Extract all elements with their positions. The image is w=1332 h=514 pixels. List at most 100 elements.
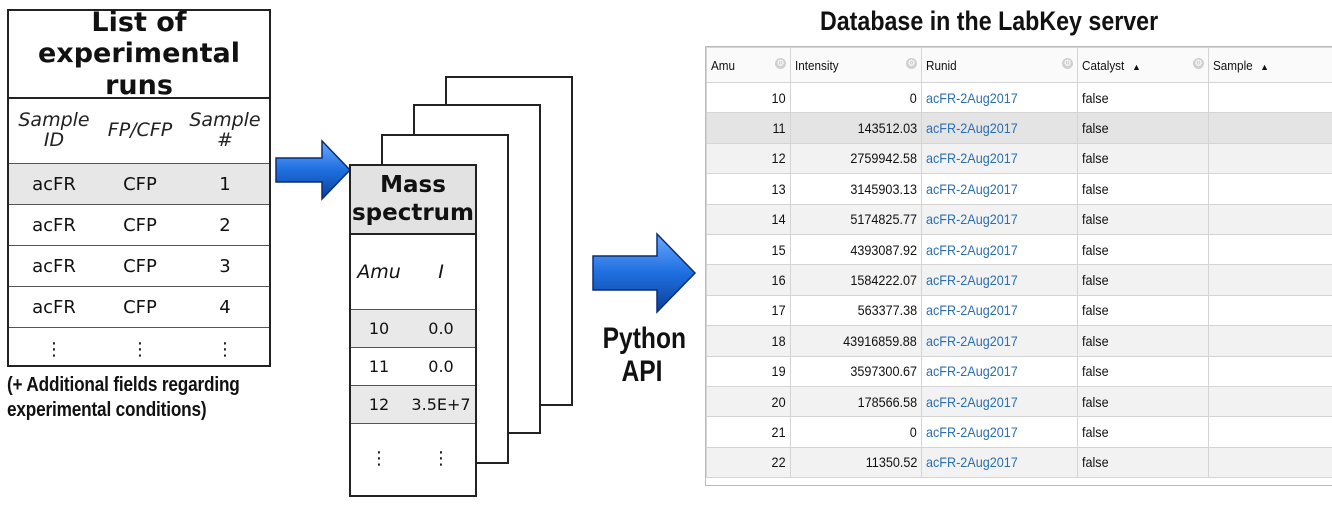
column-header: Amu <box>357 261 401 283</box>
amu-cell: 10 <box>706 81 791 114</box>
intensity-cell: 4393087.92 <box>790 233 922 266</box>
runid-link[interactable]: acFR-2Aug2017 <box>921 173 1078 205</box>
table-row[interactable]: 20178566.58acFR-2Aug2017false1 <box>706 385 1332 418</box>
catalyst-cell: false <box>1077 233 1209 266</box>
spectrum-row: 12 3.5E+7 <box>351 386 475 424</box>
table-row[interactable]: 11143512.03acFR-2Aug2017false1 <box>706 112 1332 144</box>
table-row[interactable]: 161584222.07acFR-2Aug2017false1 <box>706 264 1332 296</box>
runid-link[interactable]: acFR-2Aug2017 <box>921 325 1078 357</box>
column-menu-icon[interactable]: ⚙ <box>906 58 917 69</box>
ellipsis: ⋮ <box>131 338 149 360</box>
sample-number-cell: 2 <box>219 214 231 236</box>
intensity-cell: 5174825.77 <box>790 203 922 235</box>
table-row[interactable]: 133145903.13acFR-2Aug2017false1 <box>706 173 1332 205</box>
sample-cell: 1 <box>1208 294 1332 327</box>
arrow-right-icon <box>275 139 352 201</box>
table-row[interactable]: 210acFR-2Aug2017false1 <box>706 416 1332 448</box>
catalyst-cell: false <box>1077 325 1209 357</box>
sample-cell: 1 <box>1208 325 1332 357</box>
runs-table-title: List of experimental runs <box>9 7 269 101</box>
catalyst-cell: false <box>1077 81 1209 114</box>
database-title: Database in the LabKey server <box>820 6 1159 36</box>
catalyst-cell: false <box>1077 203 1209 235</box>
amu-cell: 17 <box>706 294 791 327</box>
runid-link[interactable]: acFR-2Aug2017 <box>921 233 1078 266</box>
spectrum-title: Mass spectrum <box>351 166 475 235</box>
column-header-runid[interactable]: Runid ⚙ <box>921 47 1078 83</box>
sample-cell: 1 <box>1208 385 1332 418</box>
sample-number-cell: 3 <box>219 255 231 277</box>
column-header-intensity[interactable]: Intensity ⚙ <box>790 47 922 83</box>
table-row[interactable]: 2211350.52acFR-2Aug2017false1 <box>706 446 1332 479</box>
amu-cell: 19 <box>706 355 791 387</box>
table-row[interactable]: 122759942.58acFR-2Aug2017false1 <box>706 142 1332 175</box>
runid-link[interactable]: acFR-2Aug2017 <box>921 142 1078 175</box>
sample-number-cell: 4 <box>219 296 231 318</box>
amu-cell: 12 <box>368 395 390 414</box>
amu-cell: 11 <box>368 357 390 376</box>
experimental-runs-table: List of experimental runs Sample ID FP/C… <box>7 7 271 367</box>
runid-link[interactable]: acFR-2Aug2017 <box>921 385 1078 418</box>
column-menu-icon[interactable]: ⚙ <box>1193 58 1204 69</box>
runid-link[interactable]: acFR-2Aug2017 <box>921 294 1078 327</box>
runid-link[interactable]: acFR-2Aug2017 <box>921 81 1078 114</box>
runid-link[interactable]: acFR-2Aug2017 <box>921 416 1078 448</box>
sample-number-cell: 1 <box>219 173 231 195</box>
table-row[interactable]: 17563377.38acFR-2Aug2017false1 <box>706 294 1332 327</box>
catalyst-cell: false <box>1077 173 1209 205</box>
catalyst-cell: false <box>1077 446 1209 479</box>
catalyst-cell: false <box>1077 355 1209 387</box>
catalyst-cell: false <box>1077 112 1209 144</box>
amu-cell: 21 <box>706 416 791 448</box>
table-row[interactable]: 1843916859.88acFR-2Aug2017false1 <box>706 325 1332 357</box>
spectrum-row: 11 0.0 <box>351 348 475 386</box>
additional-fields-note: (+ Additional fields regarding experimen… <box>7 374 240 421</box>
spectrum-header: Amu I <box>351 235 475 310</box>
runid-link[interactable]: acFR-2Aug2017 <box>921 203 1078 235</box>
sample-cell: 1 <box>1208 233 1332 266</box>
intensity-cell: 2759942.58 <box>790 142 922 175</box>
runid-link[interactable]: acFR-2Aug2017 <box>921 264 1078 296</box>
sample-id-cell: acFR <box>32 173 76 195</box>
column-header-sample[interactable]: Sample▲⚙ <box>1208 47 1332 83</box>
table-row[interactable]: 193597300.67acFR-2Aug2017false1 <box>706 355 1332 387</box>
intensity-cell: 0.0 <box>428 319 454 338</box>
fp-cfp-cell: CFP <box>123 296 157 318</box>
runs-table-row: acFR CFP 4 <box>9 287 269 328</box>
intensity-cell: 3145903.13 <box>790 173 922 205</box>
fp-cfp-cell: CFP <box>123 173 157 195</box>
python-api-label: Python API <box>602 322 687 388</box>
intensity-cell: 178566.58 <box>790 385 922 418</box>
column-header-catalyst[interactable]: Catalyst ▲ ⚙ <box>1077 47 1209 83</box>
column-header: FP/CFP <box>107 119 173 142</box>
column-header-amu[interactable]: Amu ⚙ <box>706 47 791 83</box>
sample-id-cell: acFR <box>32 214 76 236</box>
sample-cell: 1 <box>1208 355 1332 387</box>
runid-link[interactable]: acFR-2Aug2017 <box>921 446 1078 479</box>
ellipsis: ⋮ <box>432 447 450 469</box>
intensity-cell: 11350.52 <box>790 446 922 479</box>
spectrum-ellipsis-row: ⋮ ⋮ <box>351 424 475 492</box>
table-row[interactable]: 100acFR-2Aug2017false1 <box>706 81 1332 114</box>
intensity-cell: 0 <box>790 81 922 114</box>
intensity-cell: 0 <box>790 416 922 448</box>
sample-cell: 1 <box>1208 264 1332 296</box>
runid-link[interactable]: acFR-2Aug2017 <box>921 355 1078 387</box>
intensity-cell: 563377.38 <box>790 294 922 327</box>
amu-cell: 22 <box>706 446 791 479</box>
table-row[interactable]: 154393087.92acFR-2Aug2017false1 <box>706 233 1332 266</box>
fp-cfp-cell: CFP <box>123 255 157 277</box>
column-menu-icon[interactable]: ⚙ <box>1062 58 1073 69</box>
catalyst-cell: false <box>1077 294 1209 327</box>
amu-cell: 10 <box>368 319 390 338</box>
runs-table-row: acFR CFP 3 <box>9 246 269 287</box>
spectrum-row: 10 0.0 <box>351 310 475 348</box>
column-menu-icon[interactable]: ⚙ <box>775 58 786 69</box>
intensity-cell: 43916859.88 <box>790 325 922 357</box>
amu-cell: 11 <box>706 112 791 144</box>
catalyst-cell: false <box>1077 385 1209 418</box>
runid-link[interactable]: acFR-2Aug2017 <box>921 112 1078 144</box>
fp-cfp-cell: CFP <box>123 214 157 236</box>
table-row[interactable]: 145174825.77acFR-2Aug2017false1 <box>706 203 1332 235</box>
sample-cell: 1 <box>1208 416 1332 448</box>
